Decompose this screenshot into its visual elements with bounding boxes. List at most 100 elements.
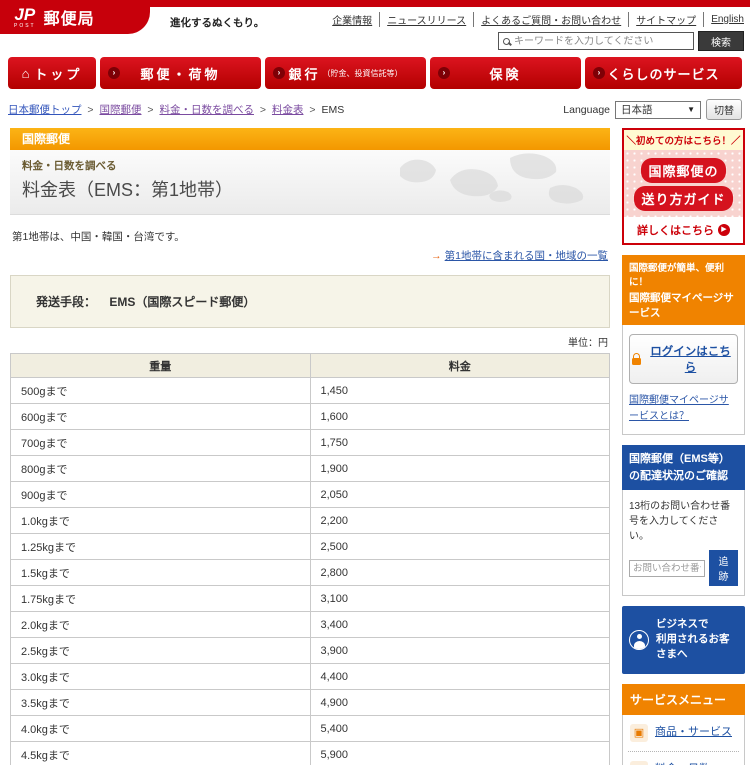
tracking-number-input[interactable] bbox=[629, 560, 705, 577]
nav-life-services[interactable]: › くらしのサービス bbox=[585, 57, 742, 89]
jp-post-emblem-icon: JP POST bbox=[14, 6, 36, 29]
fare-cell: 3,900 bbox=[310, 638, 610, 664]
weight-cell: 900gまで bbox=[11, 482, 311, 508]
arrow-right-icon: ▶ bbox=[718, 224, 730, 236]
table-row: 800gまで 1,900 bbox=[11, 456, 610, 482]
service-menu: サービスメニュー ▣ 商品・サービス ⊞ bbox=[622, 684, 745, 765]
service-menu-icon: ▣ bbox=[630, 724, 648, 742]
fare-cell: 1,600 bbox=[310, 404, 610, 430]
category-banner: 国際郵便 bbox=[10, 128, 610, 150]
chevron-right-icon: › bbox=[593, 67, 605, 79]
mypage-box-header: 国際郵便が簡単、便利に！ 国際郵便マイページサービス bbox=[622, 255, 745, 325]
table-row: 2.0kgまで 3,400 bbox=[11, 612, 610, 638]
mypage-about-link[interactable]: 国際郵便マイページサービスとは？ bbox=[629, 393, 738, 425]
page-title-block: 料金・日数を調べる 料金表（EMS：第1地帯） bbox=[10, 150, 610, 215]
zone-countries-link[interactable]: 第1地帯に含まれる国・地域の一覧 bbox=[445, 250, 608, 262]
shipping-method-label: 発送手段： bbox=[36, 295, 96, 309]
crumb-jp-top[interactable]: 日本郵便トップ bbox=[8, 104, 82, 116]
main-layout: 国際郵便 料金・日数を調べる 料金表（EMS：第1地帯） 第1地帯は、中国・韓国… bbox=[0, 126, 750, 765]
brand-tagline: 進化するぬくもり。 bbox=[170, 15, 264, 30]
crumb-international[interactable]: 国際郵便 bbox=[99, 104, 141, 116]
page-title: 料金表（EMS：第1地帯） bbox=[22, 176, 598, 202]
fare-cell: 5,900 bbox=[310, 742, 610, 765]
chevron-down-icon: ▼ bbox=[687, 105, 695, 114]
link-corporate[interactable]: 企業情報 bbox=[325, 12, 380, 27]
fare-cell: 3,100 bbox=[310, 586, 610, 612]
ems-rate-table: 重量 料金 500gまで 1,450 600gまで 1,600 bbox=[10, 353, 610, 765]
fare-cell: 1,750 bbox=[310, 430, 610, 456]
shipping-method-box: 発送手段： EMS（国際スピード郵便） bbox=[10, 275, 610, 328]
crumb-rates-days[interactable]: 料金・日数を調べる bbox=[159, 104, 254, 116]
table-row: 500gまで 1,450 bbox=[11, 378, 610, 404]
guide-line2: 送り方ガイド bbox=[634, 186, 732, 211]
service-menu-icon: ⊞ bbox=[630, 761, 648, 765]
track-button[interactable]: 追跡 bbox=[709, 550, 738, 586]
link-sitemap[interactable]: サイトマップ bbox=[629, 12, 704, 27]
beginners-guide-banner[interactable]: ＼初めての方はこちら！／ 国際郵便の 送り方ガイド 詳しくはこちら ▶ bbox=[622, 128, 745, 245]
guide-line1: 国際郵便の bbox=[641, 158, 725, 183]
business-customers-banner[interactable]: ビジネスで 利用されるお客さまへ bbox=[622, 606, 745, 674]
language-switch-button[interactable]: 切替 bbox=[706, 99, 742, 120]
weight-cell: 4.5kgまで bbox=[11, 742, 311, 765]
shipping-method-value: EMS（国際スピード郵便） bbox=[109, 295, 255, 309]
crumb-rate-table[interactable]: 料金表 bbox=[272, 104, 304, 116]
link-news-release[interactable]: ニュースリリース bbox=[380, 12, 474, 27]
weight-cell: 3.0kgまで bbox=[11, 664, 311, 690]
nav-top[interactable]: ⌂ トップ bbox=[8, 57, 96, 89]
weight-cell: 2.5kgまで bbox=[11, 638, 311, 664]
service-menu-item[interactable]: ▣ 商品・サービス bbox=[628, 715, 739, 752]
nav-insurance[interactable]: › 保険 bbox=[430, 57, 581, 89]
tracking-note: 13桁のお問い合わせ番号を入力してください。 bbox=[629, 499, 738, 544]
fare-cell: 5,400 bbox=[310, 716, 610, 742]
table-row: 2.5kgまで 3,900 bbox=[11, 638, 610, 664]
language-switcher: Language 日本語 ▼ 切替 bbox=[563, 99, 742, 120]
breadcrumb-row: 日本郵便トップ > 国際郵便 > 料金・日数を調べる > 料金表 > EMS L… bbox=[0, 89, 750, 126]
table-row: 1.75kgまで 3,100 bbox=[11, 586, 610, 612]
search-icon bbox=[503, 38, 510, 45]
nav-mail-parcel[interactable]: › 郵便・荷物 bbox=[100, 57, 261, 89]
weight-cell: 4.0kgまで bbox=[11, 716, 311, 742]
crumb-current-ems: EMS bbox=[321, 104, 344, 116]
home-icon: ⌂ bbox=[22, 66, 30, 81]
fare-cell: 2,050 bbox=[310, 482, 610, 508]
header-search: 検索 bbox=[498, 31, 744, 51]
table-row: 3.0kgまで 4,400 bbox=[11, 664, 610, 690]
weight-cell: 2.0kgまで bbox=[11, 612, 311, 638]
keyword-search-input[interactable] bbox=[514, 36, 689, 47]
fare-cell: 1,450 bbox=[310, 378, 610, 404]
logo-text: 郵便局 bbox=[44, 5, 95, 29]
weight-cell: 500gまで bbox=[11, 378, 311, 404]
site-header: JP POST 郵便局 進化するぬくもり。 企業情報 ニュースリリース よくある… bbox=[0, 0, 750, 52]
guide-more-link[interactable]: 詳しくはこちら ▶ bbox=[624, 217, 743, 243]
breadcrumb: 日本郵便トップ > 国際郵便 > 料金・日数を調べる > 料金表 > EMS bbox=[8, 102, 344, 117]
service-menu-item[interactable]: ⊞ 料金・日数 bbox=[628, 752, 739, 765]
guide-banner-middle: 国際郵便の 送り方ガイド bbox=[624, 150, 743, 217]
lock-icon bbox=[632, 358, 641, 365]
login-button[interactable]: ログインはこちら bbox=[629, 334, 738, 384]
table-row: 600gまで 1,600 bbox=[11, 404, 610, 430]
weight-cell: 1.5kgまで bbox=[11, 560, 311, 586]
language-select[interactable]: 日本語 ▼ bbox=[615, 101, 701, 119]
weight-cell: 1.75kgまで bbox=[11, 586, 311, 612]
service-menu-header: サービスメニュー bbox=[622, 684, 745, 715]
link-faq-contact[interactable]: よくあるご質問・お問い合わせ bbox=[474, 12, 629, 27]
weight-cell: 600gまで bbox=[11, 404, 311, 430]
arrow-right-icon: → bbox=[431, 250, 442, 262]
rate-table-body: 500gまで 1,450 600gまで 1,600 700gまで 1,750 bbox=[11, 378, 610, 765]
japan-post-ems-rate-page: JP POST 郵便局 進化するぬくもり。 企業情報 ニュースリリース よくある… bbox=[0, 0, 750, 765]
business-person-icon bbox=[629, 630, 649, 650]
jp-post-logo[interactable]: JP POST 郵便局 bbox=[0, 0, 150, 34]
search-button[interactable]: 検索 bbox=[698, 31, 744, 51]
link-english[interactable]: English bbox=[704, 14, 744, 25]
nav-bank[interactable]: › 銀行 （貯金、投資信託等） bbox=[265, 57, 426, 89]
guide-banner-top: ＼初めての方はこちら！／ bbox=[624, 130, 743, 150]
sidebar-column: ＼初めての方はこちら！／ 国際郵便の 送り方ガイド 詳しくはこちら ▶ 国際郵便… bbox=[622, 128, 745, 765]
fare-cell: 2,200 bbox=[310, 508, 610, 534]
fare-cell: 3,400 bbox=[310, 612, 610, 638]
fare-cell: 2,800 bbox=[310, 560, 610, 586]
fare-cell: 2,500 bbox=[310, 534, 610, 560]
tracking-box-header: 国際郵便（EMS等）の配達状況のご確認 bbox=[622, 445, 745, 490]
tracking-box: 国際郵便（EMS等）の配達状況のご確認 13桁のお問い合わせ番号を入力してくださ… bbox=[622, 445, 745, 596]
search-box[interactable] bbox=[498, 32, 694, 50]
zone-link-row: →第1地帯に含まれる国・地域の一覧 bbox=[10, 248, 608, 263]
